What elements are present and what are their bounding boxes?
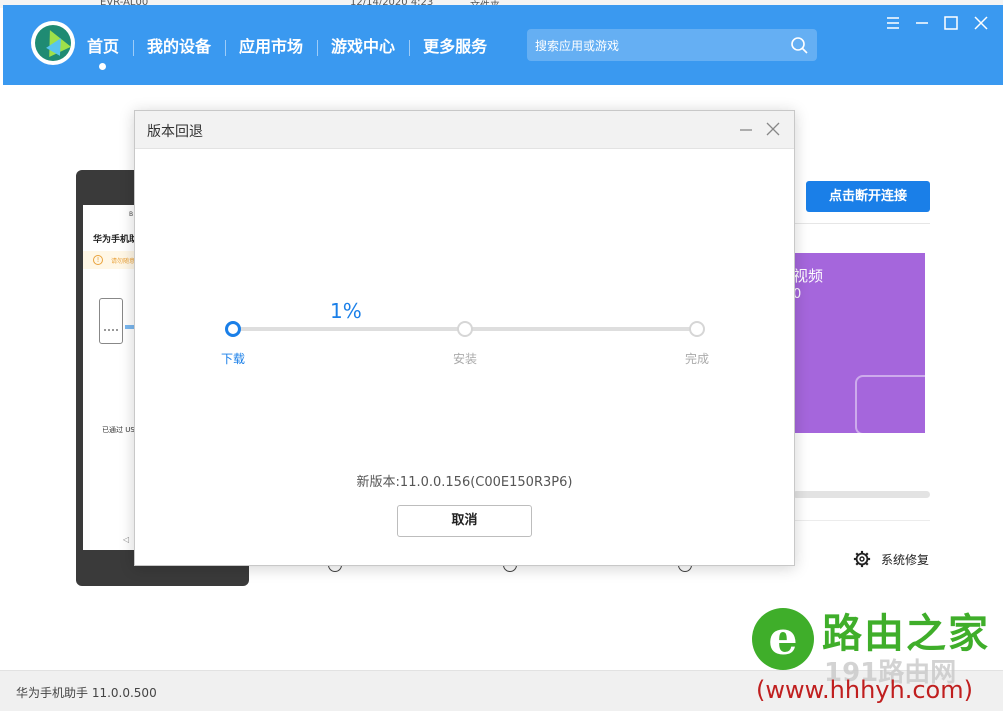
watermark-url: (www.hhhyh.com) — [756, 676, 973, 704]
disconnect-button[interactable]: 点击断开连接 — [806, 181, 930, 212]
phone-back-icon: ◁ — [123, 535, 130, 544]
video-card-title: 视频 — [793, 267, 824, 285]
nav-more-services[interactable]: 更多服务 — [409, 36, 501, 58]
dialog-close-icon[interactable] — [765, 121, 781, 137]
new-version-text: 新版本:11.0.0.156(C00E150R3P6) — [356, 475, 573, 490]
cancel-button[interactable]: 取消 — [397, 505, 532, 537]
dialog-minimize-icon[interactable] — [738, 122, 754, 138]
step-download-dot — [225, 321, 241, 337]
maximize-icon[interactable] — [941, 13, 961, 33]
step-complete-dot — [689, 321, 705, 337]
step-download-label: 下载 — [220, 352, 245, 366]
step-install-dot — [457, 321, 473, 337]
nav-game-center[interactable]: 游戏中心 — [317, 36, 409, 58]
version-rollback-dialog: 版本回退 1% 下载 安装 完成 新版本:11.0.0.156(C00E150R… — [134, 110, 795, 566]
dialog-title-bar: 版本回退 — [135, 111, 794, 149]
watermark-title: 路由之家 — [822, 611, 990, 657]
search-icon[interactable] — [789, 35, 809, 55]
video-card[interactable]: 视频 0 — [793, 253, 925, 433]
step-install-label: 安装 — [452, 352, 477, 366]
warning-icon: ! — [93, 255, 103, 265]
watermark-logo-icon: e — [752, 608, 814, 670]
phone-status-char: B — [129, 211, 134, 218]
app-header: 首页 我的设备 应用市场 游戏中心 更多服务 搜索应用或游戏 — [3, 5, 1003, 85]
phone-device-icon — [99, 298, 123, 344]
minimize-icon[interactable] — [912, 13, 932, 33]
system-repair-label: 系统修复 — [881, 552, 930, 567]
search-placeholder: 搜索应用或游戏 — [535, 39, 620, 53]
nav-app-market[interactable]: 应用市场 — [225, 36, 317, 58]
watermark: e 路由之家 191路由网 (www.hhhyh.com) — [752, 606, 1003, 711]
close-icon[interactable] — [971, 13, 991, 33]
divider — [793, 520, 930, 521]
video-folder-icon — [855, 375, 925, 433]
active-nav-indicator — [99, 63, 106, 70]
nav-my-device[interactable]: 我的设备 — [133, 36, 225, 58]
search-input[interactable]: 搜索应用或游戏 — [527, 29, 817, 61]
menu-icon[interactable] — [883, 13, 903, 33]
app-logo-icon — [31, 21, 75, 65]
step-complete-label: 完成 — [684, 352, 709, 366]
system-repair-button[interactable]: 系统修复 — [853, 550, 929, 568]
storage-progress-bar — [793, 491, 930, 498]
main-nav: 首页 我的设备 应用市场 游戏中心 更多服务 — [87, 35, 501, 59]
nav-home[interactable]: 首页 — [87, 36, 133, 58]
progress-percent: 1% — [330, 299, 362, 323]
divider — [793, 223, 930, 224]
dialog-title: 版本回退 — [147, 124, 203, 140]
app-version-text: 华为手机助手 11.0.0.500 — [16, 686, 157, 700]
gear-icon — [853, 550, 871, 568]
